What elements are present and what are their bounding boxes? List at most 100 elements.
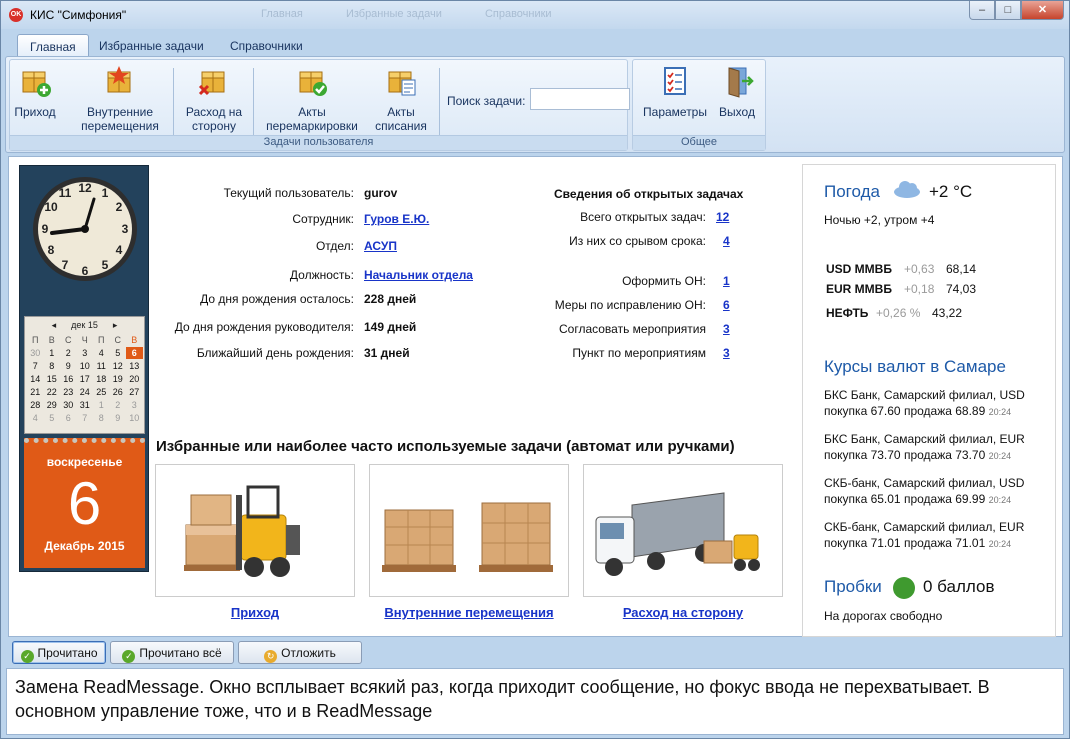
writeoff-acts-button[interactable]: Акты списания — [366, 64, 436, 133]
department-link[interactable]: АСУП — [364, 239, 397, 253]
outgoing-button[interactable]: Расход на сторону — [180, 64, 248, 133]
weather-title: Погода — [824, 182, 880, 201]
exit-door-icon — [728, 67, 754, 98]
calendar-day-cell[interactable]: 8 — [44, 360, 61, 372]
fix-link[interactable]: 6 — [723, 298, 730, 312]
postpone-button[interactable]: ↻ Отложить — [238, 641, 362, 664]
calendar-day-cell[interactable]: 2 — [60, 347, 77, 359]
calendar-day-cell[interactable]: 14 — [27, 373, 44, 385]
parameters-label: Параметры — [643, 105, 707, 119]
calendar-day-cell[interactable]: 22 — [44, 386, 61, 398]
rate-item: БКС Банк, Самарский филиал, EUR покупка 7… — [824, 431, 1025, 464]
open-tasks-title: Сведения об открытых задачах — [554, 187, 744, 201]
exit-button[interactable]: Выход — [713, 64, 761, 119]
calendar-day-cell[interactable]: 6 — [126, 347, 143, 359]
calendar-day-cell[interactable]: 25 — [93, 386, 110, 398]
calendar-day-cell[interactable]: 19 — [110, 373, 127, 385]
calendar-day-cell[interactable]: 31 — [77, 399, 94, 411]
income-button[interactable]: Приход — [12, 64, 58, 119]
tab-main[interactable]: Главная — [17, 34, 89, 57]
remark-acts-button[interactable]: Акты перемаркировки — [260, 64, 364, 133]
tab-favorites[interactable]: Избранные задачи — [87, 34, 216, 57]
box-add-icon — [22, 71, 51, 97]
internal-move-label-line1: Внутренние — [86, 105, 154, 119]
calendar-day-cell[interactable]: 7 — [27, 360, 44, 372]
calendar-day-cell[interactable]: 2 — [110, 399, 127, 411]
ribbon: Приход Внутренние перемещения Расход на … — [5, 56, 1065, 153]
calendar-day-cell[interactable]: 7 — [77, 412, 94, 424]
calendar-day-cell[interactable]: 20 — [126, 373, 143, 385]
maximize-button[interactable]: □ — [995, 1, 1021, 20]
svg-text:4: 4 — [116, 243, 123, 257]
next-birthday-value: 31 дней — [364, 346, 410, 360]
rate-prices: покупка 71.01 продажа 71.01 — [824, 536, 986, 550]
calendar-day-cell[interactable]: 9 — [60, 360, 77, 372]
rates-title: Курсы валют в Самаре — [824, 357, 1006, 376]
calendar-day-cell[interactable]: 18 — [93, 373, 110, 385]
internal-move-label-line2: перемещения — [81, 119, 159, 133]
calendar-day-cell[interactable]: 24 — [77, 386, 94, 398]
stock-name: USD ММВБ — [826, 262, 892, 276]
close-button[interactable]: ✕ — [1021, 1, 1064, 20]
calendar-day-cell[interactable]: 8 — [93, 412, 110, 424]
prev-month-icon[interactable]: ◂ — [52, 320, 59, 330]
favorite-card-internal[interactable] — [369, 464, 569, 597]
calendar-day-cell[interactable]: 3 — [126, 399, 143, 411]
search-input[interactable] — [530, 88, 630, 110]
minimize-button[interactable]: – — [969, 1, 995, 20]
agree-link[interactable]: 3 — [723, 322, 730, 336]
internal-move-button[interactable]: Внутренние перемещения — [76, 64, 164, 133]
svg-text:3: 3 — [122, 222, 129, 236]
overdue-tasks-link[interactable]: 4 — [723, 234, 730, 248]
on-link[interactable]: 1 — [723, 274, 730, 288]
rate-values: покупка 65.01 продажа 69.99 20:24 — [824, 491, 1024, 508]
box-check-icon — [299, 71, 327, 96]
tab-directories[interactable]: Справочники — [218, 34, 315, 57]
position-link[interactable]: Начальник отдела — [364, 268, 473, 282]
calendar-day-cell[interactable]: 17 — [77, 373, 94, 385]
calendar-day-cell[interactable]: 4 — [27, 412, 44, 424]
calendar-day-cell[interactable]: 1 — [44, 347, 61, 359]
favorite-card-outgoing[interactable] — [583, 464, 783, 597]
calendar-day-cell[interactable]: 16 — [60, 373, 77, 385]
agree-label: Согласовать мероприятия — [558, 322, 706, 336]
calendar-day-cell[interactable]: 21 — [27, 386, 44, 398]
calendar-day-cell[interactable]: 6 — [60, 412, 77, 424]
title-bar: OK КИС "Симфония" Главная Избранные зада… — [1, 1, 1069, 29]
calendar-day-cell[interactable]: 29 — [44, 399, 61, 411]
favorite-income-link[interactable]: Приход — [155, 605, 355, 620]
rate-values: покупка 67.60 продажа 68.89 20:24 — [824, 403, 1025, 420]
calendar-day-cell[interactable]: 15 — [44, 373, 61, 385]
rate-time: 20:24 — [988, 451, 1012, 461]
favorite-outgoing-link[interactable]: Расход на сторону — [583, 605, 783, 620]
calendar-day-cell[interactable]: 12 — [110, 360, 127, 372]
calendar-day-cell[interactable]: 27 — [126, 386, 143, 398]
calendar-day-cell[interactable]: 9 — [110, 412, 127, 424]
item-link[interactable]: 3 — [723, 346, 730, 360]
box-list-icon — [388, 71, 416, 96]
ribbon-tabs: Главная Избранные задачи Справочники — [1, 31, 1069, 57]
favorite-card-income[interactable] — [155, 464, 355, 597]
calendar-day-cell[interactable]: 10 — [126, 412, 143, 424]
parameters-button[interactable]: Параметры — [641, 64, 709, 119]
mark-all-read-button[interactable]: ✓ Прочитано всё — [110, 641, 234, 664]
favorite-internal-link[interactable]: Внутренние перемещения — [369, 605, 569, 620]
calendar-day-cell[interactable]: 10 — [77, 360, 94, 372]
calendar-day-cell[interactable]: 28 — [27, 399, 44, 411]
calendar-day-cell[interactable]: 1 — [93, 399, 110, 411]
calendar-day-cell[interactable]: 13 — [126, 360, 143, 372]
calendar-day-cell[interactable]: 11 — [93, 360, 110, 372]
calendar-day-cell[interactable]: 23 — [60, 386, 77, 398]
calendar-day-cell[interactable]: 5 — [110, 347, 127, 359]
total-tasks-link[interactable]: 12 — [716, 210, 729, 224]
calendar-day-cell[interactable]: 3 — [77, 347, 94, 359]
employee-link[interactable]: Гуров Е.Ю. — [364, 212, 429, 226]
mark-read-button[interactable]: ✓ Прочитано — [12, 641, 106, 664]
calendar-day-cell[interactable]: 26 — [110, 386, 127, 398]
calendar-day-cell[interactable]: 5 — [44, 412, 61, 424]
calendar-weekday-header: С — [114, 335, 122, 345]
next-month-icon[interactable]: ▸ — [110, 320, 118, 330]
calendar-day-cell[interactable]: 30 — [60, 399, 77, 411]
calendar-day-cell[interactable]: 30 — [27, 347, 44, 359]
calendar-day-cell[interactable]: 4 — [93, 347, 110, 359]
